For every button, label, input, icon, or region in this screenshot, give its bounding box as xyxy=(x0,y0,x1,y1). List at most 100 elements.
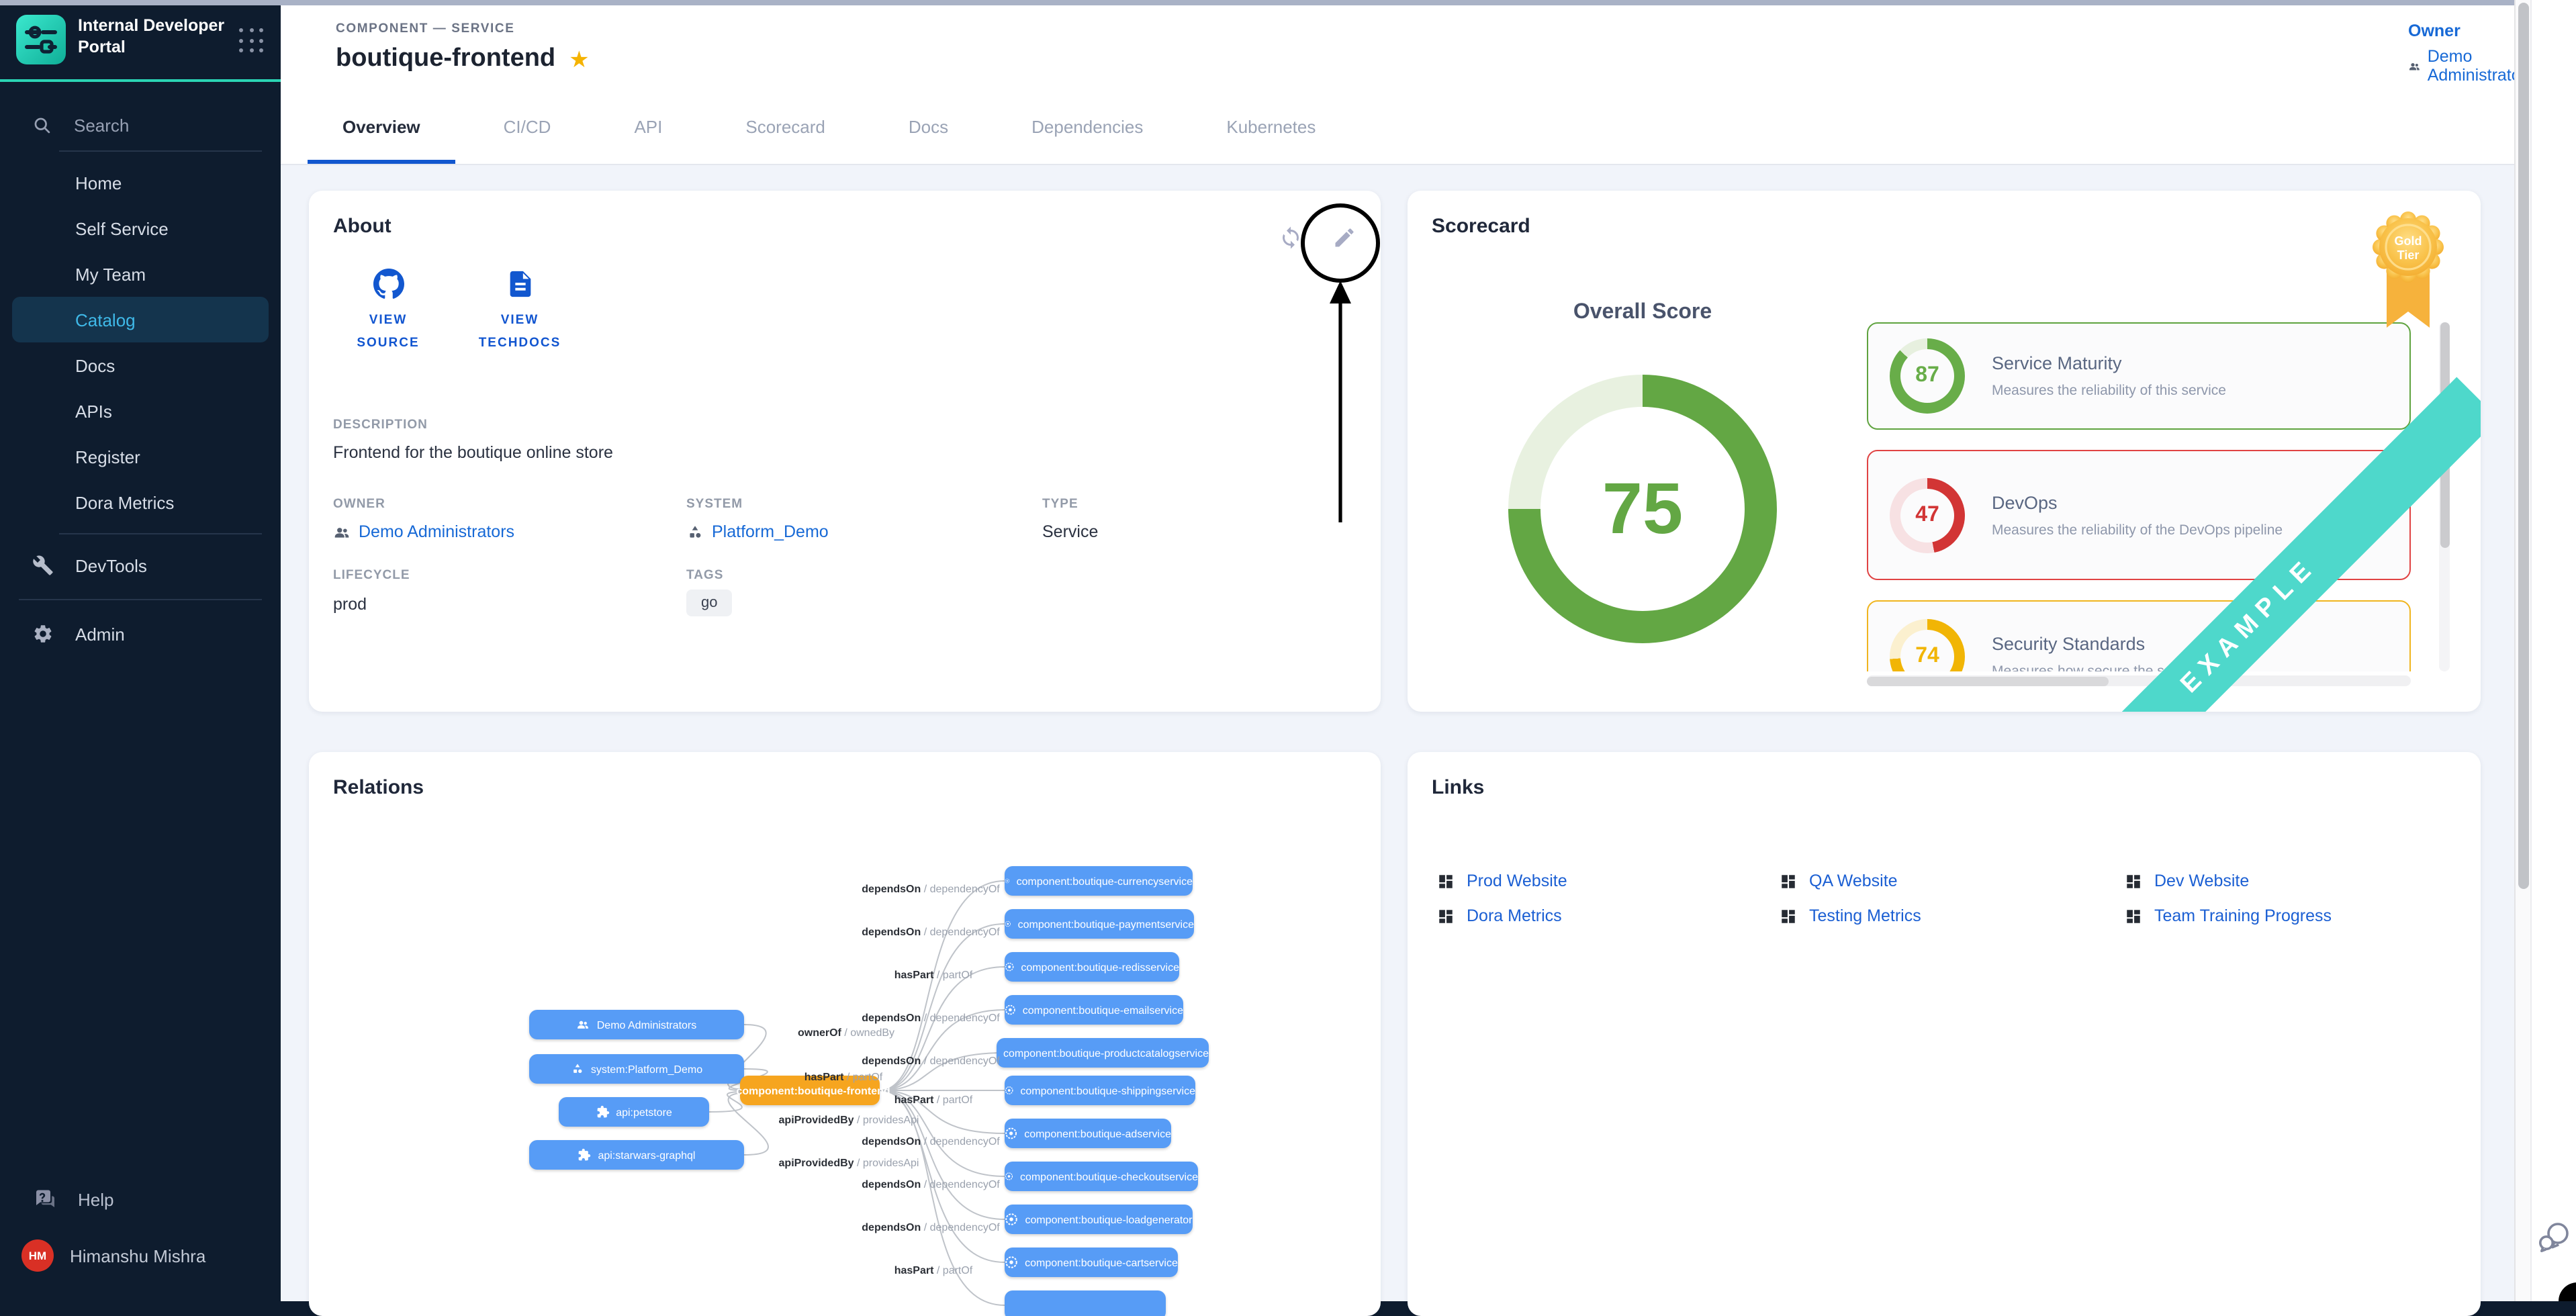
user-menu[interactable]: HM Himanshu Mishra xyxy=(0,1226,281,1285)
system-field-label: SYSTEM xyxy=(686,497,743,512)
description-value: Frontend for the boutique online store xyxy=(333,443,613,462)
link-dev-website[interactable]: Dev Website xyxy=(2125,872,2249,890)
tab-scorecard[interactable]: Scorecard xyxy=(710,90,860,164)
search-icon xyxy=(32,115,52,135)
portal-logo[interactable] xyxy=(16,15,66,64)
component-icon xyxy=(1005,1170,1013,1183)
relation-node[interactable]: component:boutique-productcatalogservice xyxy=(997,1038,1209,1068)
relation-node[interactable]: component:boutique-loadgenerator xyxy=(1005,1205,1193,1234)
metric-card-security-standards[interactable]: 74 Security Standards Measures how secur… xyxy=(1867,600,2411,671)
tab-docs[interactable]: Docs xyxy=(874,90,983,164)
sidebar-item-apis[interactable]: APIs xyxy=(0,388,281,434)
cursor-artifact xyxy=(2559,1282,2576,1301)
tab-overview[interactable]: Overview xyxy=(308,90,455,164)
dashboard-icon xyxy=(1780,872,1797,890)
sidebar-item-home[interactable]: Home xyxy=(0,160,281,205)
sidebar-item-dora-metrics[interactable]: Dora Metrics xyxy=(0,479,281,525)
svg-text:Gold: Gold xyxy=(2395,234,2422,248)
relation-node-owner[interactable]: Demo Administrators xyxy=(529,1010,744,1039)
edge-label: hasPart / partOf xyxy=(894,1094,973,1106)
search-label: Search xyxy=(74,115,129,135)
portal-title: Internal Developer Portal xyxy=(78,15,226,58)
sidebar-search[interactable]: Search xyxy=(0,98,281,152)
links-title: Links xyxy=(1432,776,1484,799)
relation-node-api-petstore[interactable]: api:petstore xyxy=(559,1097,709,1127)
metric-desc: Measures the reliability of the DevOps p… xyxy=(1992,522,2283,538)
link-prod-website[interactable]: Prod Website xyxy=(1437,872,1567,890)
dashboard-icon xyxy=(1437,872,1455,890)
dashboard-icon xyxy=(2125,907,2142,925)
tab-api[interactable]: API xyxy=(599,90,697,164)
owner-field-value[interactable]: Demo Administrators xyxy=(333,522,514,541)
component-icon xyxy=(1005,917,1011,931)
edge-label: ownerOf / ownedBy xyxy=(798,1027,894,1039)
apps-grid-icon[interactable] xyxy=(238,27,267,56)
link-qa-website[interactable]: QA Website xyxy=(1780,872,1898,890)
edge-label: apiProvidedBy / providesApi xyxy=(779,1157,919,1169)
relation-node[interactable]: component:boutique-adservice xyxy=(1005,1119,1171,1148)
edit-pencil-icon[interactable] xyxy=(1332,226,1356,250)
people-icon xyxy=(333,523,351,540)
window-top-strip xyxy=(0,0,2514,5)
puzzle-icon xyxy=(596,1105,609,1119)
tab-kubernetes[interactable]: Kubernetes xyxy=(1191,90,1350,164)
view-source-link[interactable]: VIEW SOURCE xyxy=(328,269,449,355)
relation-node[interactable]: component:boutique-emailservice xyxy=(1005,995,1183,1025)
page-title: boutique-frontend xyxy=(336,44,555,74)
relation-node[interactable]: component:boutique-currencyservice xyxy=(1005,866,1193,896)
avatar: HM xyxy=(21,1239,54,1272)
relation-node[interactable]: component:boutique-checkoutservice xyxy=(1005,1162,1198,1191)
metrics-horizontal-scrollbar[interactable] xyxy=(1867,675,2411,686)
refresh-icon[interactable] xyxy=(1279,226,1303,250)
link-testing-metrics[interactable]: Testing Metrics xyxy=(1780,906,1921,925)
tag-chip[interactable]: go xyxy=(686,590,733,616)
sidebar-item-catalog[interactable]: Catalog xyxy=(12,297,269,342)
divider xyxy=(59,533,262,534)
user-name: Himanshu Mishra xyxy=(70,1246,205,1266)
relation-node[interactable]: component:boutique-redisservice xyxy=(1005,952,1179,982)
page-scrollbar[interactable] xyxy=(2514,0,2532,1301)
about-title: About xyxy=(333,215,392,238)
sidebar-item-self-service[interactable]: Self Service xyxy=(0,205,281,251)
tab-dependencies[interactable]: Dependencies xyxy=(997,90,1178,164)
about-card: About VIEW SOURCE VIEW TECHDOCS DESCRIPT… xyxy=(309,191,1381,712)
relation-node[interactable]: component:boutique-cartservice xyxy=(1005,1248,1178,1277)
metric-desc: Measures the reliability of this service xyxy=(1992,383,2226,399)
tab-cicd[interactable]: CI/CD xyxy=(469,90,586,164)
people-icon xyxy=(2408,57,2421,75)
relation-node-system[interactable]: system:Platform_Demo xyxy=(529,1054,744,1084)
relation-node[interactable]: component:boutique-shippingservice xyxy=(1005,1076,1195,1105)
favorite-star-icon[interactable]: ★ xyxy=(569,48,590,70)
component-icon xyxy=(1005,1084,1013,1097)
link-team-training[interactable]: Team Training Progress xyxy=(2125,906,2332,925)
view-techdocs-link[interactable]: VIEW TECHDOCS xyxy=(459,269,580,355)
metric-name: DevOps xyxy=(1992,492,2283,512)
sidebar-header: Internal Developer Portal xyxy=(0,0,281,82)
overall-score-donut: 75 xyxy=(1508,375,1777,643)
component-icon xyxy=(1005,1213,1018,1226)
metric-card-service-maturity[interactable]: 87 Service Maturity Measures the reliabi… xyxy=(1867,322,2411,430)
help-chat-icon xyxy=(32,1187,56,1211)
svg-text:Tier: Tier xyxy=(2397,248,2420,262)
component-icon xyxy=(1005,1256,1018,1269)
edge-label: dependsOn / dependencyOf xyxy=(862,1055,999,1067)
system-field-value[interactable]: Platform_Demo xyxy=(686,522,829,541)
sidebar-item-my-team[interactable]: My Team xyxy=(0,251,281,297)
sidebar-item-docs[interactable]: Docs xyxy=(0,342,281,388)
component-icon xyxy=(1005,1127,1017,1140)
github-icon xyxy=(373,269,404,299)
chat-widget-icon[interactable] xyxy=(2537,1219,2572,1254)
sidebar-item-devtools[interactable]: DevTools xyxy=(0,543,281,588)
sidebar-item-help[interactable]: Help xyxy=(0,1172,281,1226)
sidebar-item-register[interactable]: Register xyxy=(0,434,281,479)
relation-node-clipped[interactable] xyxy=(1005,1290,1166,1316)
component-icon xyxy=(1005,874,1010,888)
link-dora-metrics[interactable]: Dora Metrics xyxy=(1437,906,1562,925)
relation-node-api-starwars[interactable]: api:starwars-graphql xyxy=(529,1140,744,1170)
metrics-vertical-scrollbar[interactable] xyxy=(2439,322,2450,671)
relation-node[interactable]: component:boutique-paymentservice xyxy=(1005,909,1194,939)
description-label: DESCRIPTION xyxy=(333,418,428,432)
scrollbar-thumb[interactable] xyxy=(2518,3,2529,889)
links-card: Links Prod Website QA Website Dev Websit… xyxy=(1408,752,2481,1316)
sidebar-item-admin[interactable]: Admin xyxy=(0,611,281,657)
